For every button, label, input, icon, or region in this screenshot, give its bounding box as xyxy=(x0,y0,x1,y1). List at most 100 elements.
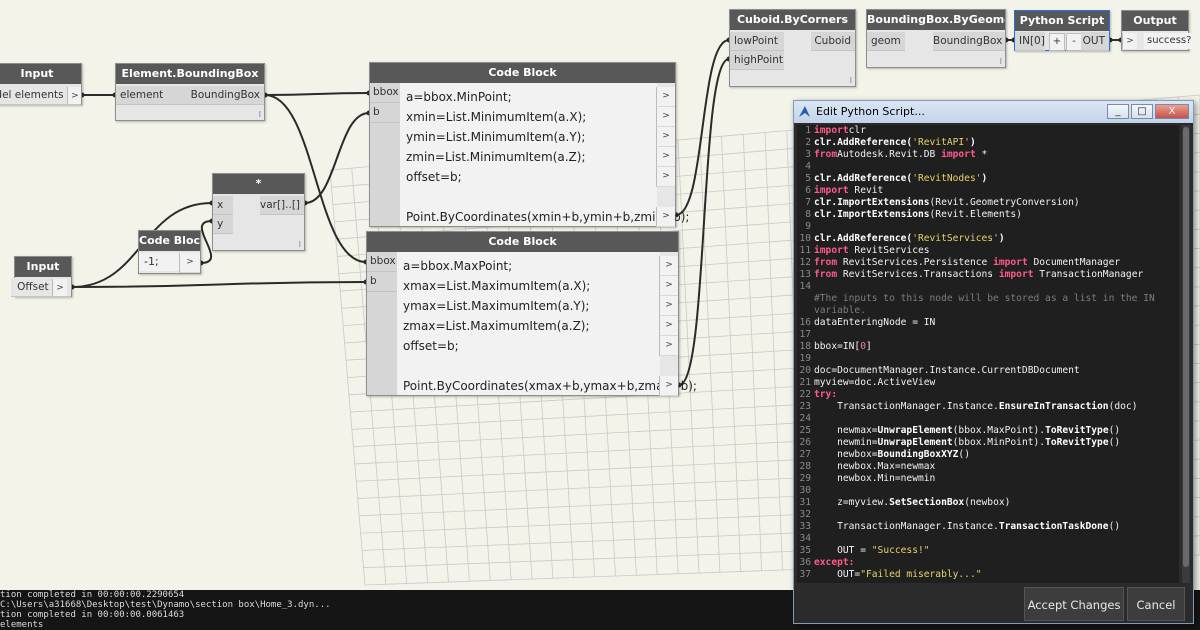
input-port-b[interactable]: b xyxy=(370,103,400,123)
input-port-lowpoint[interactable]: lowPoint xyxy=(730,32,784,51)
code-block-min-node[interactable]: Code Block bbox b a=bbox.MinPoint; xmin=… xyxy=(369,62,689,227)
lacing-indicator[interactable]: l xyxy=(259,110,261,119)
output-port[interactable]: > xyxy=(659,336,678,356)
output-port[interactable]: Offset > xyxy=(11,278,71,297)
code-text-area[interactable]: a=bbox.MaxPoint; xmax=List.MaximumItem(a… xyxy=(397,252,697,395)
code-line: 5 clr.AddReference('RevitNodes') xyxy=(797,173,1179,185)
code-line: a=bbox.MaxPoint; xyxy=(403,259,513,273)
code-token: clr.AddReference( xyxy=(814,173,913,184)
code-line: 30 xyxy=(797,485,1179,497)
input-port-y[interactable]: y xyxy=(213,215,233,234)
python-editor-window[interactable]: Edit Python Script... _ □ X 1 importclr 2 c… xyxy=(793,100,1194,624)
port-label: IN[0] xyxy=(1019,35,1045,47)
node-title: Element.BoundingBox xyxy=(116,64,264,84)
output-port[interactable]: > xyxy=(659,296,678,316)
node-title: Cuboid.ByCorners xyxy=(730,10,855,30)
node-title: Output xyxy=(1122,11,1188,31)
add-input-button[interactable]: + xyxy=(1049,33,1065,51)
editor-scrollbar[interactable] xyxy=(1182,125,1190,583)
cancel-button[interactable]: Cancel xyxy=(1127,587,1185,621)
input-port-bbox[interactable]: bbox xyxy=(370,83,400,103)
output-port[interactable]: > xyxy=(656,87,675,107)
multiply-node[interactable]: * x y var[]..[] l xyxy=(212,173,305,251)
code-line: 6 import Revit xyxy=(797,185,1179,197)
code-line: 13 from RevitServices.Transactions import… xyxy=(797,269,1179,281)
output-port-boundingbox[interactable]: BoundingBox xyxy=(933,32,1005,51)
code-token: UnwrapElement xyxy=(877,437,953,448)
window-titlebar[interactable]: Edit Python Script... _ □ X xyxy=(794,101,1193,123)
chevron-right-icon[interactable]: > xyxy=(1122,33,1137,49)
input-port-geom[interactable]: geom xyxy=(867,32,905,51)
input-node-offset[interactable]: Input Offset > xyxy=(11,256,72,297)
code-token: TransactionTaskDone xyxy=(998,521,1109,532)
accept-changes-button[interactable]: Accept Changes xyxy=(1024,587,1124,621)
code-token: newbox.Max=newmax xyxy=(814,461,936,472)
node-title: Code Block xyxy=(367,232,678,252)
code-block-neg-node[interactable]: Code Block -1; > xyxy=(138,230,201,274)
code-token: newmax= xyxy=(814,425,878,436)
output-port[interactable]: var[]..[] xyxy=(260,196,304,215)
lacing-indicator[interactable]: l xyxy=(299,240,301,249)
remove-input-button[interactable]: - xyxy=(1066,33,1082,51)
node-title: Input xyxy=(0,64,81,84)
line-number: 19 xyxy=(799,353,811,364)
code-line: zmax=List.MaximumItem(a.Z); xyxy=(403,319,590,333)
output-port[interactable]: > xyxy=(656,147,675,167)
lacing-indicator[interactable]: l xyxy=(1000,57,1002,66)
code-token: newmin= xyxy=(814,437,878,448)
port-label: Cuboid xyxy=(814,35,851,47)
code-token: "Success!" xyxy=(871,545,930,556)
output-port[interactable]: > xyxy=(659,316,678,336)
code-block-max-node[interactable]: Code Block bbox b a=bbox.MaxPoint; xmax=… xyxy=(366,231,697,396)
code-line: offset=b; xyxy=(406,170,462,184)
code-value[interactable]: -1; xyxy=(139,253,182,271)
port-label: highPoint xyxy=(734,54,783,66)
input-port-x[interactable]: x xyxy=(213,196,233,215)
output-node[interactable]: Output > success? xyxy=(1121,10,1195,51)
minimize-button[interactable]: _ xyxy=(1107,104,1129,119)
input-port-in0[interactable]: IN[0] xyxy=(1015,32,1045,51)
output-port[interactable]: odel elements > xyxy=(0,86,81,105)
output-port[interactable]: > xyxy=(656,107,675,127)
maximize-button[interactable]: □ xyxy=(1131,104,1153,119)
code-line: 19 xyxy=(797,353,1179,365)
lacing-indicator[interactable]: l xyxy=(850,76,852,85)
input-port-bbox[interactable]: bbox xyxy=(367,252,397,272)
element-boundingbox-node[interactable]: Element.BoundingBox element BoundingBox … xyxy=(115,63,265,121)
output-port-boundingbox[interactable]: BoundingBox xyxy=(188,86,264,105)
scrollbar-thumb[interactable] xyxy=(1183,127,1189,567)
output-port[interactable]: > xyxy=(179,253,200,273)
output-port[interactable]: > xyxy=(656,127,675,147)
code-token: SetSectionBox xyxy=(889,497,965,508)
code-token: 'RevitAPI' xyxy=(912,137,970,148)
output-port-cuboid[interactable]: Cuboid xyxy=(811,32,855,51)
output-port-out[interactable]: OUT xyxy=(1081,32,1109,51)
input-node-elements[interactable]: Input odel elements > xyxy=(0,63,82,105)
input-port-b[interactable]: b xyxy=(367,272,397,292)
code-token: ToRevitType xyxy=(1045,425,1109,436)
output-port[interactable]: > xyxy=(659,256,678,276)
cuboid-bycorners-node[interactable]: Cuboid.ByCorners lowPoint highPoint Cubo… xyxy=(729,9,856,87)
code-line: 28 newbox.Max=newmax xyxy=(797,461,1179,473)
output-port[interactable]: > xyxy=(659,376,678,396)
boundingbox-bygeometry-node[interactable]: BoundingBox.ByGeometry geom BoundingBox … xyxy=(866,9,1006,68)
output-port[interactable]: > xyxy=(659,276,678,296)
code-token: 'RevitServices' xyxy=(912,233,999,244)
node-title: BoundingBox.ByGeometry xyxy=(867,10,1005,30)
python-script-node[interactable]: Python Script IN[0] + - OUT xyxy=(1014,10,1110,51)
code-token: DocumentManager xyxy=(1027,257,1121,268)
line-number: 35 xyxy=(799,545,811,556)
code-token: TransactionManager xyxy=(1033,269,1144,280)
output-port[interactable]: > xyxy=(656,207,675,227)
line-number: 30 xyxy=(799,485,811,496)
input-port-highpoint[interactable]: highPoint xyxy=(730,51,784,70)
input-port-element[interactable]: element xyxy=(116,86,190,105)
code-text-area[interactable]: a=bbox.MinPoint; xmin=List.MinimumItem(a… xyxy=(400,83,689,226)
close-button[interactable]: X xyxy=(1155,104,1189,119)
output-port[interactable]: > xyxy=(656,167,675,187)
line-number: 13 xyxy=(799,269,811,280)
python-code-editor[interactable]: 1 importclr 2 clr.AddReference('RevitAPI') 3… xyxy=(797,125,1179,583)
code-token: 'RevitNodes' xyxy=(912,173,982,184)
line-number: 9 xyxy=(805,221,811,232)
